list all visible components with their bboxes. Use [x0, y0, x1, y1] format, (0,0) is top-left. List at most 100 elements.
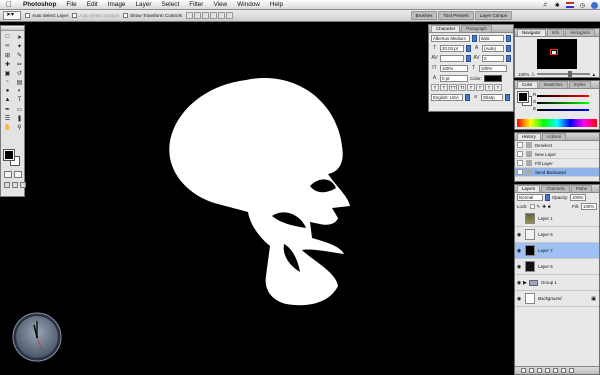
- link-layers-icon[interactable]: [521, 368, 526, 373]
- horizontal-scale-field[interactable]: 100%: [479, 64, 507, 72]
- menu-layer[interactable]: Layer: [130, 0, 156, 10]
- volume-icon[interactable]: ♬: [543, 2, 549, 8]
- eraser-tool-icon[interactable]: ▫: [2, 78, 13, 86]
- lock-all-icon[interactable]: ■: [548, 204, 551, 209]
- color-spectrum-ramp[interactable]: [517, 119, 597, 127]
- blur-tool-icon[interactable]: ●: [2, 87, 13, 95]
- layer-style-icon[interactable]: [529, 368, 534, 373]
- text-color-swatch[interactable]: [483, 74, 502, 82]
- tab-layers[interactable]: Layers: [517, 185, 541, 192]
- tab-channels[interactable]: Channels: [541, 185, 570, 192]
- history-item[interactable]: Fill Layer: [515, 159, 599, 168]
- chevron-down-icon[interactable]: [545, 194, 550, 201]
- spotlight-icon[interactable]: [591, 1, 598, 9]
- blue-slider[interactable]: [537, 109, 589, 111]
- visibility-eye-icon[interactable]: ◉: [515, 248, 523, 254]
- tab-actions[interactable]: Actions: [541, 133, 567, 140]
- screen-mode-full-icon[interactable]: [20, 182, 26, 188]
- chevron-down-icon[interactable]: [466, 44, 471, 52]
- input-flag-icon[interactable]: [565, 2, 574, 8]
- chevron-down-icon[interactable]: [506, 34, 511, 42]
- tracking-field[interactable]: 0: [482, 54, 504, 62]
- font-family-select[interactable]: Albertus Medium: [431, 34, 470, 42]
- show-transform-controls-checkbox[interactable]: Show Transform Controls: [123, 13, 182, 18]
- red-slider[interactable]: [537, 95, 589, 97]
- tab-paths[interactable]: Paths: [570, 185, 592, 192]
- menu-photoshop[interactable]: Photoshop: [18, 0, 61, 10]
- tool-preset-picker[interactable]: ➤▾: [3, 11, 21, 20]
- small-caps-button[interactable]: Tt: [458, 84, 466, 91]
- tab-histogram[interactable]: Histogram: [565, 29, 596, 36]
- menu-help[interactable]: Help: [265, 0, 288, 10]
- align-center-icon[interactable]: [217, 12, 225, 19]
- chevron-down-icon[interactable]: [506, 54, 511, 62]
- align-bottom-icon[interactable]: [201, 12, 209, 19]
- history-source-checkbox[interactable]: [517, 169, 523, 175]
- antialias-select[interactable]: Sharp: [481, 93, 503, 101]
- eyedropper-tool-icon[interactable]: ❚: [14, 114, 25, 122]
- path-select-tool-icon[interactable]: ▲: [2, 96, 13, 104]
- gradient-tool-icon[interactable]: ▤: [14, 78, 25, 86]
- layer-group-row[interactable]: ◉ ▶ Group 1: [515, 275, 599, 291]
- align-right-icon[interactable]: [225, 12, 233, 19]
- opacity-field[interactable]: 100%: [570, 194, 587, 201]
- chevron-down-icon[interactable]: [505, 93, 510, 101]
- visibility-eye-icon[interactable]: ◉: [515, 280, 523, 286]
- zoom-slider[interactable]: [536, 71, 590, 77]
- blend-mode-select[interactable]: Normal: [517, 194, 543, 201]
- lock-move-icon[interactable]: ✚: [542, 204, 546, 210]
- notes-tool-icon[interactable]: ☰: [2, 114, 13, 122]
- tab-color[interactable]: Color: [517, 81, 538, 88]
- menu-view[interactable]: View: [208, 0, 232, 10]
- chevron-down-icon[interactable]: [471, 34, 477, 42]
- brush-tool-icon[interactable]: ✏: [14, 60, 25, 68]
- zoom-value[interactable]: 100%: [518, 72, 529, 77]
- layer-row[interactable]: ◉ Layer 5: [515, 259, 599, 275]
- color-foreground-swatch[interactable]: [517, 91, 529, 103]
- layer-row-active[interactable]: ◉ Layer 7: [515, 243, 599, 259]
- new-layer-icon[interactable]: [561, 368, 566, 373]
- superscript-button[interactable]: T: [467, 84, 475, 91]
- clock-menu-icon[interactable]: ◷: [580, 2, 585, 9]
- kerning-field[interactable]: [440, 54, 464, 62]
- navigator-view-box[interactable]: [550, 49, 558, 55]
- chevron-down-icon[interactable]: [465, 93, 470, 101]
- layer-row[interactable]: Layer 1: [515, 211, 599, 227]
- quick-mask-icon[interactable]: [14, 171, 22, 178]
- well-tool-presets[interactable]: Tool Presets: [438, 11, 474, 20]
- align-top-icon[interactable]: [185, 12, 193, 19]
- subscript-button[interactable]: T: [476, 84, 484, 91]
- green-slider[interactable]: [537, 102, 589, 104]
- underline-button[interactable]: T: [485, 84, 493, 91]
- history-source-checkbox[interactable]: [517, 151, 523, 157]
- align-middle-icon[interactable]: [193, 12, 201, 19]
- fill-field[interactable]: 100%: [581, 203, 597, 210]
- dodge-tool-icon[interactable]: ◐: [14, 87, 25, 95]
- magic-wand-tool-icon[interactable]: ✦: [14, 42, 25, 50]
- clock-widget-icon[interactable]: [12, 312, 62, 362]
- chevron-down-icon[interactable]: [466, 54, 471, 62]
- tab-info[interactable]: Info: [546, 29, 565, 36]
- tab-navigator[interactable]: Navigator: [517, 29, 546, 36]
- foreground-color-swatch[interactable]: [3, 149, 15, 161]
- adjustment-layer-icon[interactable]: [545, 368, 550, 373]
- marquee-tool-icon[interactable]: □: [2, 33, 13, 41]
- visibility-eye-icon[interactable]: ◉: [515, 232, 523, 238]
- healing-tool-icon[interactable]: ✚: [2, 60, 13, 68]
- history-item[interactable]: New Layer: [515, 150, 599, 159]
- vertical-scale-field[interactable]: 100%: [440, 64, 468, 72]
- font-size-field[interactable]: 20.03 pt: [440, 44, 464, 52]
- type-tool-icon[interactable]: T: [14, 96, 25, 104]
- bluetooth-icon[interactable]: ✱: [555, 2, 560, 9]
- history-item[interactable]: Deselect: [515, 141, 599, 150]
- layer-row[interactable]: ◉ Layer 6: [515, 227, 599, 243]
- trash-icon[interactable]: [569, 368, 574, 373]
- move-tool-icon[interactable]: ➤: [14, 33, 25, 41]
- menu-image[interactable]: Image: [103, 0, 131, 10]
- tab-paragraph[interactable]: Paragraph: [461, 25, 492, 32]
- tab-swatches[interactable]: Swatches: [538, 81, 568, 88]
- visibility-eye-icon[interactable]: ◉: [515, 264, 523, 270]
- pen-tool-icon[interactable]: ✒: [2, 105, 13, 113]
- slice-tool-icon[interactable]: ✎: [14, 51, 25, 59]
- chevron-down-icon[interactable]: [506, 44, 511, 52]
